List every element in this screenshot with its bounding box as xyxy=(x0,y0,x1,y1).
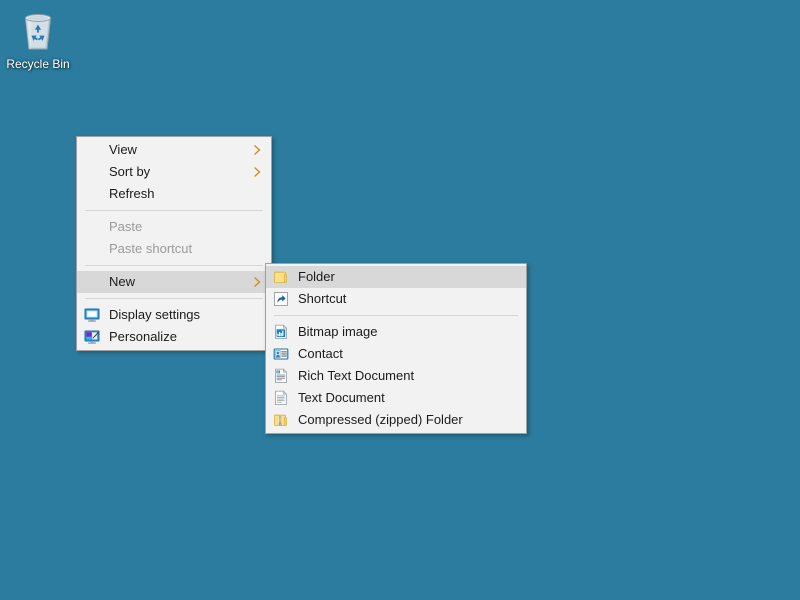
new-submenu[interactable]: Folder Shortcut Bitmap image Contact A R… xyxy=(265,263,527,434)
menu-item-label: Paste xyxy=(109,219,143,234)
shortcut-icon xyxy=(274,292,288,306)
menu-separator xyxy=(274,315,518,316)
submenu-item-label: Compressed (zipped) Folder xyxy=(298,412,463,427)
menu-separator xyxy=(85,210,263,211)
submenu-item-label: Rich Text Document xyxy=(298,368,415,383)
menu-icon-placeholder xyxy=(84,142,100,158)
menu-separator xyxy=(85,265,263,266)
submenu-item-label: Folder xyxy=(298,269,335,284)
context-menu-item-paste-shortcut: Paste shortcut xyxy=(77,238,271,260)
submenu-item-label: Shortcut xyxy=(298,291,347,306)
desktop-icon-label: Recycle Bin xyxy=(6,57,70,71)
submenu-item-rich-text-document[interactable]: A Rich Text Document xyxy=(266,365,526,387)
monitor-brush-icon xyxy=(84,330,100,344)
context-menu-item-view[interactable]: View xyxy=(77,139,271,161)
menu-item-label: View xyxy=(109,142,137,157)
menu-item-label: Refresh xyxy=(109,186,155,201)
submenu-item-shortcut[interactable]: Shortcut xyxy=(266,288,526,310)
menu-icon-placeholder xyxy=(84,219,100,235)
context-menu-item-new[interactable]: New xyxy=(77,271,271,293)
menu-icon-placeholder xyxy=(84,164,100,180)
menu-item-label: Personalize xyxy=(109,329,177,344)
context-menu-item-refresh[interactable]: Refresh xyxy=(77,183,271,205)
submenu-item-label: Contact xyxy=(298,346,343,361)
rich-text-icon: A xyxy=(275,368,288,384)
chevron-right-icon xyxy=(254,166,261,178)
chevron-right-icon xyxy=(254,144,261,156)
context-menu-item-personalize[interactable]: Personalize xyxy=(77,326,271,348)
context-menu-item-paste: Paste xyxy=(77,216,271,238)
submenu-item-folder[interactable]: Folder xyxy=(266,266,526,288)
submenu-item-label: Bitmap image xyxy=(298,324,378,339)
context-menu-item-display-settings[interactable]: Display settings xyxy=(77,304,271,326)
submenu-item-text-document[interactable]: Text Document xyxy=(266,387,526,409)
zipped-folder-icon xyxy=(274,414,287,426)
menu-item-label: Paste shortcut xyxy=(109,241,193,256)
submenu-item-bitmap-image[interactable]: Bitmap image xyxy=(266,321,526,343)
menu-item-label: Display settings xyxy=(109,307,201,322)
menu-icon-placeholder xyxy=(84,241,100,257)
menu-separator xyxy=(85,298,263,299)
desktop[interactable]: Recycle Bin View Sort by Refresh Paste P… xyxy=(0,0,800,600)
menu-item-label: Sort by xyxy=(109,164,151,179)
menu-icon-placeholder xyxy=(84,274,100,290)
recycle-bin-icon xyxy=(24,14,52,50)
submenu-item-compressed-zipped-folder[interactable]: Compressed (zipped) Folder xyxy=(266,409,526,431)
menu-item-label: New xyxy=(109,274,136,289)
submenu-item-label: Text Document xyxy=(298,390,385,405)
contact-icon xyxy=(273,348,289,360)
desktop-icon-recycle-bin[interactable]: Recycle Bin xyxy=(4,6,72,71)
desktop-context-menu[interactable]: View Sort by Refresh Paste Paste shortcu… xyxy=(76,136,272,351)
text-document-icon xyxy=(275,390,288,406)
bitmap-image-icon xyxy=(275,324,288,340)
menu-icon-placeholder xyxy=(84,186,100,202)
monitor-icon xyxy=(84,308,100,322)
submenu-item-contact[interactable]: Contact xyxy=(266,343,526,365)
folder-icon xyxy=(274,271,287,283)
context-menu-item-sort-by[interactable]: Sort by xyxy=(77,161,271,183)
chevron-right-icon xyxy=(254,276,261,288)
